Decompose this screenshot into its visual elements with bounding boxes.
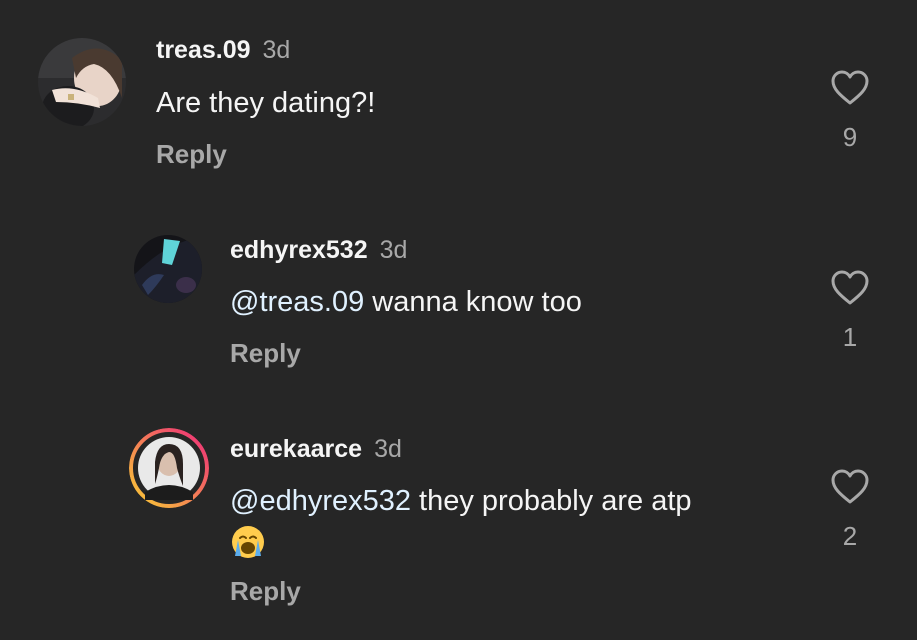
reply-button[interactable]: Reply (156, 139, 227, 170)
loudly-crying-face-icon (232, 526, 264, 558)
comment-timestamp: 3d (374, 435, 402, 463)
like-count: 1 (842, 322, 858, 352)
comment-text: @edhyrex532 they probably are atp (230, 485, 692, 517)
comment-text: Are they dating?! (156, 87, 376, 119)
like-count: 2 (842, 521, 858, 551)
like-count: 9 (842, 122, 858, 152)
reply-button[interactable]: Reply (230, 338, 301, 369)
comment-text: @treas.09 wanna know too (230, 286, 582, 318)
heart-icon (831, 270, 869, 305)
avatar[interactable] (38, 38, 126, 126)
avatar[interactable] (134, 235, 202, 303)
comment-timestamp: 3d (262, 36, 291, 64)
mention-link[interactable]: @edhyrex532 (230, 485, 411, 517)
like-button[interactable] (830, 270, 870, 306)
mention-link[interactable]: @treas.09 (230, 286, 364, 318)
comment-username[interactable]: edhyrex532 3d (230, 236, 407, 265)
heart-icon (831, 469, 869, 504)
heart-icon (831, 70, 869, 105)
avatar[interactable] (129, 428, 209, 508)
like-button[interactable] (830, 70, 870, 106)
comment-username[interactable]: treas.09 3d (156, 36, 290, 65)
comment-thread: treas.09 3d Are they dating?! Reply 9 edh… (0, 0, 917, 640)
comment-username[interactable]: eurekaarce 3d (230, 435, 402, 464)
comment-timestamp: 3d (379, 236, 408, 264)
reply-button[interactable]: Reply (230, 576, 301, 607)
like-button[interactable] (830, 469, 870, 505)
